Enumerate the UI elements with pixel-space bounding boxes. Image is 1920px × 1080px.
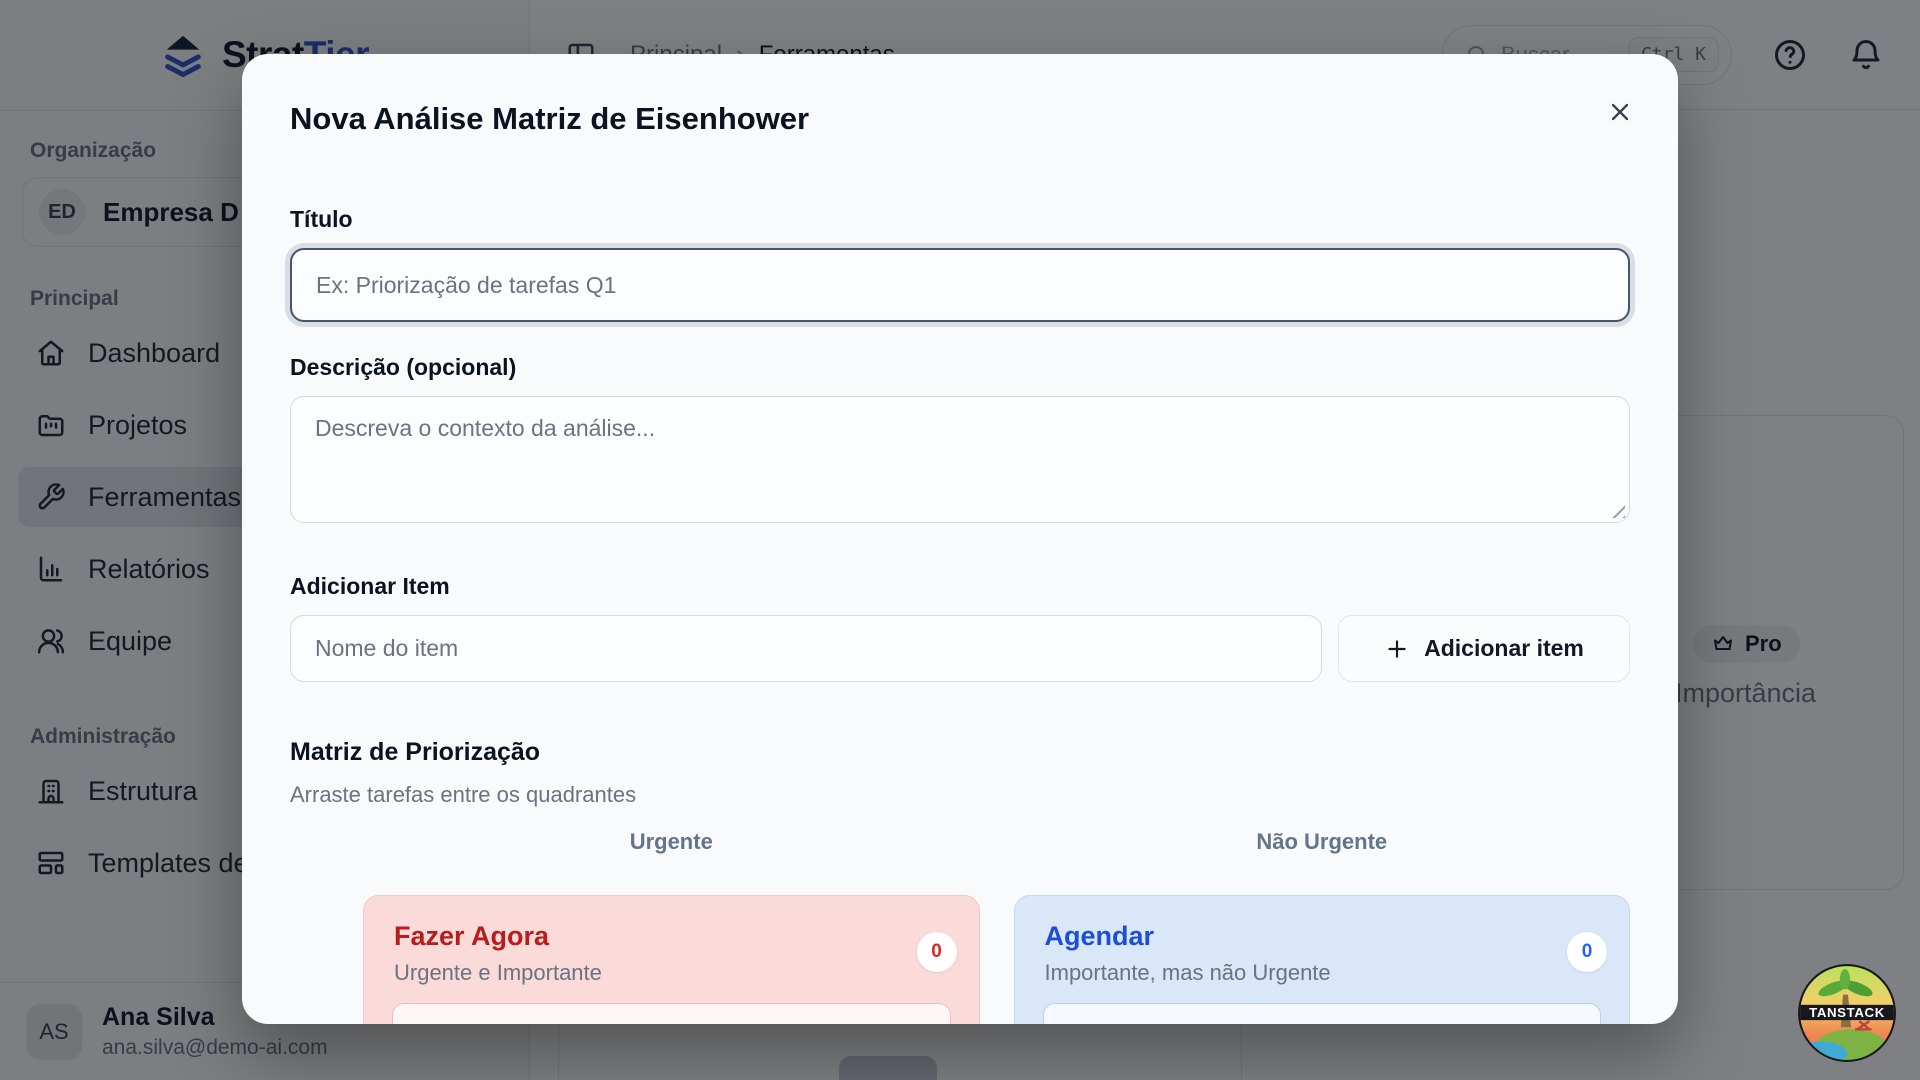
priority-matrix: Urgente Não Urgente Fazer Agora Urgente … <box>363 829 1630 1024</box>
quadrant-count-badge: 0 <box>1567 932 1607 972</box>
quadrant-fazer-agora[interactable]: Fazer Agora Urgente e Importante 0 <box>363 895 980 1024</box>
new-analysis-modal: Nova Análise Matriz de Eisenhower Título… <box>242 54 1678 1024</box>
plus-icon <box>1384 636 1410 662</box>
matrix-title: Matriz de Priorização <box>290 737 1630 767</box>
app-screen: StratTier Organização ED Empresa D Princ… <box>0 0 1920 1080</box>
quadrant-title: Agendar <box>1045 920 1600 952</box>
quadrant-title: Fazer Agora <box>394 920 949 952</box>
tanstack-label: TANSTACK <box>1809 1005 1885 1020</box>
quadrant-subtitle: Importante, mas não Urgente <box>1045 960 1600 985</box>
add-item-button-label: Adicionar item <box>1424 635 1584 662</box>
matrix-subtitle: Arraste tarefas entre os quadrantes <box>290 782 1630 807</box>
quadrant-agendar[interactable]: Agendar Importante, mas não Urgente 0 <box>1014 895 1631 1024</box>
column-header-nao-urgente: Não Urgente <box>1014 829 1631 855</box>
add-item-label: Adicionar Item <box>290 572 1630 600</box>
item-name-input[interactable] <box>290 615 1322 682</box>
quadrant-drop-zone[interactable] <box>1043 1003 1602 1024</box>
title-field-label: Título <box>290 205 1630 233</box>
column-header-urgente: Urgente <box>363 829 980 855</box>
quadrant-drop-zone[interactable] <box>392 1003 951 1024</box>
quadrant-count-badge: 0 <box>917 932 957 972</box>
description-textarea[interactable] <box>290 396 1630 523</box>
title-input[interactable] <box>290 248 1630 322</box>
close-icon[interactable] <box>1602 94 1638 130</box>
tanstack-devtools-button[interactable]: TANSTACK <box>1796 962 1898 1064</box>
description-field-label: Descrição (opcional) <box>290 353 1630 381</box>
modal-title: Nova Análise Matriz de Eisenhower <box>290 98 1630 140</box>
quadrant-subtitle: Urgente e Importante <box>394 960 949 985</box>
add-item-button[interactable]: Adicionar item <box>1338 615 1630 682</box>
